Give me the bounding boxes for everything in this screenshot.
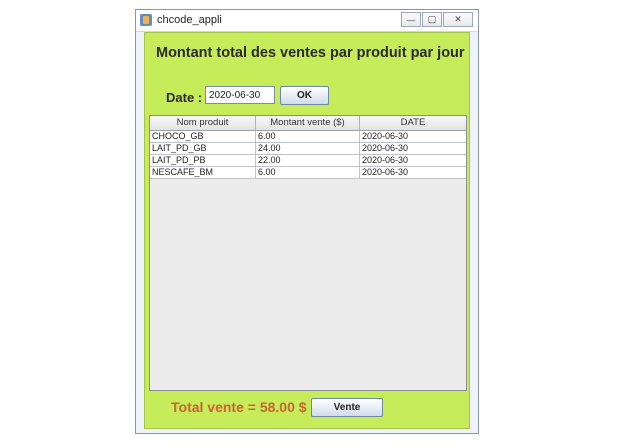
table-row[interactable]: LAIT_PD_GB 24.00 2020-06-30 <box>150 143 466 155</box>
window-controls: — ▢ ✕ <box>401 12 473 28</box>
vente-button[interactable]: Vente <box>311 398 383 417</box>
column-header-date[interactable]: DATE <box>360 116 466 130</box>
date-label: Date : <box>166 90 203 105</box>
column-header-montant-vente[interactable]: Montant vente ($) <box>256 116 360 130</box>
cell-montant-vente: 24.00 <box>256 143 360 154</box>
close-icon: ✕ <box>454 14 462 24</box>
table-row[interactable]: LAIT_PD_PB 22.00 2020-06-30 <box>150 155 466 167</box>
close-button[interactable]: ✕ <box>443 12 473 27</box>
cell-montant-vente: 22.00 <box>256 155 360 166</box>
page-title: Montant total des ventes par produit par… <box>156 45 465 61</box>
cell-date: 2020-06-30 <box>362 131 409 141</box>
cell-nom-produit: LAIT_PD_PB <box>150 155 256 166</box>
minimize-button[interactable]: — <box>401 12 421 27</box>
column-header-nom-produit[interactable]: Nom produit <box>150 116 256 130</box>
minimize-icon: — <box>406 14 416 25</box>
maximize-button[interactable]: ▢ <box>422 12 442 27</box>
cell-date: 2020-06-30 <box>362 143 409 153</box>
java-app-icon <box>140 14 152 26</box>
title-bar[interactable]: chcode_appli — ▢ ✕ <box>136 10 478 32</box>
cell-date: 2020-06-30 <box>362 155 409 165</box>
table-header: Nom produit Montant vente ($) DATE <box>150 116 466 131</box>
total-sales-label: Total vente = 58.00 $ <box>171 399 307 415</box>
cell-nom-produit: NESCAFE_BM <box>150 167 256 178</box>
ok-button[interactable]: OK <box>280 86 329 105</box>
table-row[interactable]: NESCAFE_BM 6.00 2020-06-30 <box>150 167 466 179</box>
maximize-icon: ▢ <box>427 14 437 24</box>
sales-table[interactable]: Nom produit Montant vente ($) DATE CHOCO… <box>149 115 467 391</box>
main-panel: Montant total des ventes par produit par… <box>144 32 470 429</box>
app-window: chcode_appli — ▢ ✕ Montant total des ven… <box>135 9 479 434</box>
cell-montant-vente: 6.00 <box>256 167 360 178</box>
cell-montant-vente: 6.00 <box>256 131 360 142</box>
cell-nom-produit: LAIT_PD_GB <box>150 143 256 154</box>
window-title: chcode_appli <box>157 14 222 26</box>
cell-date: 2020-06-30 <box>362 167 409 177</box>
table-row[interactable]: CHOCO_GB 6.00 2020-06-30 <box>150 131 466 143</box>
cell-nom-produit: CHOCO_GB <box>150 131 256 142</box>
date-input[interactable] <box>205 86 275 104</box>
